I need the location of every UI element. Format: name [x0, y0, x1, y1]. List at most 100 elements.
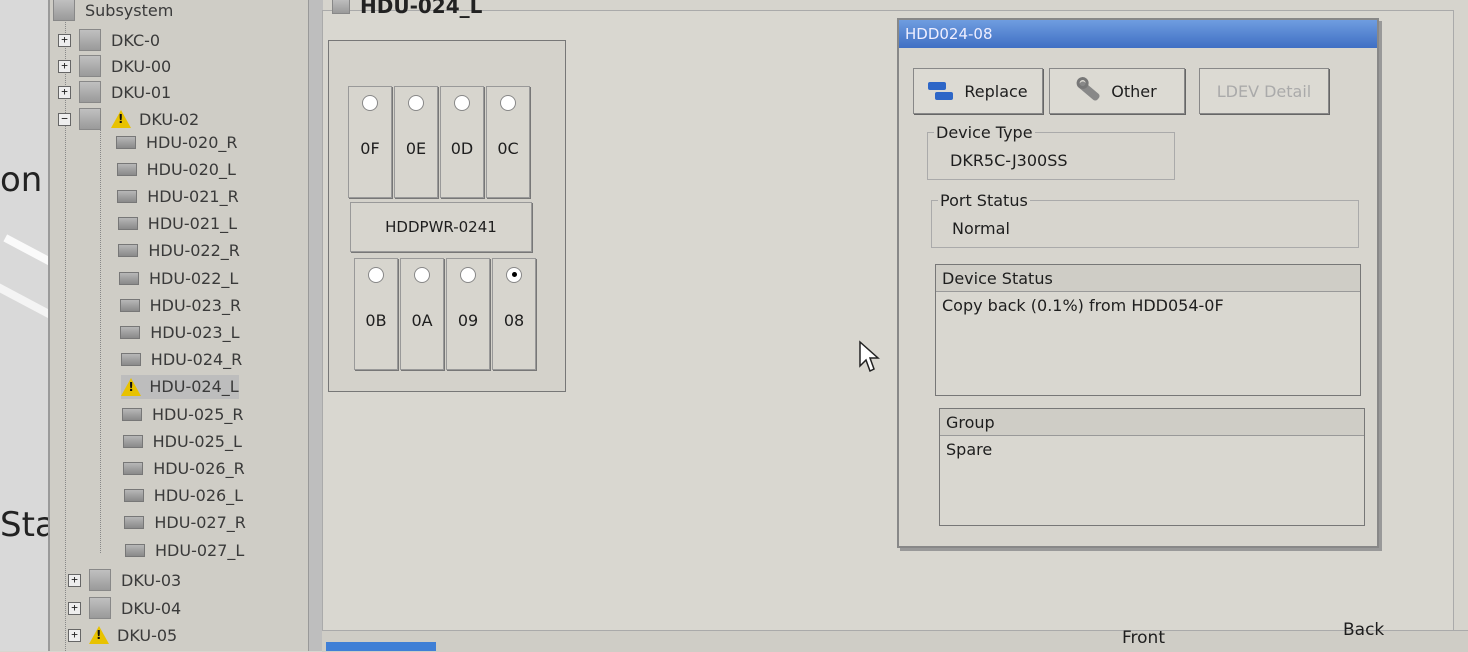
drive-slot[interactable]: 0D [440, 86, 484, 198]
port-status-value: Normal [952, 219, 1010, 238]
drive-slot[interactable]: 0E [394, 86, 438, 198]
drive-slot-label: 0A [411, 311, 433, 330]
tree-item-hdu[interactable]: HDU-026_R [123, 456, 245, 480]
status-led-icon [362, 95, 378, 111]
tree-item-hdu[interactable]: HDU-025_L [122, 429, 242, 453]
hdu-icon [117, 217, 138, 231]
status-led-icon [408, 95, 424, 111]
drive-slot[interactable]: 0B [354, 258, 398, 370]
device-status-value: Copy back (0.1%) from HDD054-0F [942, 296, 1224, 315]
tree-item-label: HDU-024_R [150, 350, 243, 370]
tree-item-hdu[interactable]: HDU-024_L [121, 374, 239, 399]
hdu-icon [332, 0, 350, 14]
tree-item-hdu[interactable]: HDU-021_L [117, 212, 237, 236]
collapse-icon[interactable]: − [58, 112, 71, 126]
device-type-value: DKR5C-J300SS [950, 151, 1068, 170]
drive-slot-label: 0E [405, 139, 427, 158]
tree-node-label: DKU-05 [117, 625, 178, 645]
subsystem-icon [53, 0, 75, 21]
splitter[interactable] [308, 0, 323, 651]
replace-button[interactable]: Replace [913, 68, 1043, 114]
drive-slot-label: 0F [360, 139, 380, 158]
other-button-label: Other [1111, 81, 1157, 101]
status-led-icon [414, 267, 430, 283]
expand-icon[interactable]: + [58, 85, 71, 99]
back-tab[interactable]: Back [1343, 620, 1384, 640]
tree-node-dku-05[interactable]: + DKU-05 [68, 623, 177, 647]
progress-accent [326, 642, 436, 651]
left-panel: on Sta [0, 0, 56, 651]
hdu-icon [122, 407, 142, 421]
tree-root-subsystem[interactable]: Subsystem [53, 0, 173, 22]
tree-item-label: HDU-021_R [147, 186, 239, 206]
ldev-detail-label: LDEV Detail [1216, 81, 1312, 101]
hdu-icon [125, 543, 145, 557]
tree-node-dku-03[interactable]: + DKU-03 [68, 568, 181, 592]
expand-icon[interactable]: + [58, 33, 71, 47]
hdu-icon [123, 489, 144, 503]
dku-icon [79, 108, 101, 130]
tree-item-hdu[interactable]: HDU-023_L [120, 320, 239, 344]
expand-icon[interactable]: + [58, 59, 71, 73]
tree-item-hdu[interactable]: HDU-023_R [119, 293, 241, 317]
drive-slot[interactable]: 0F [348, 86, 392, 198]
tree-item-hdu[interactable]: HDU-021_R [117, 184, 239, 208]
group-value: Spare [946, 440, 993, 459]
drive-slot[interactable]: 0A [400, 258, 444, 370]
dku-icon [79, 81, 101, 103]
expand-icon[interactable]: + [68, 628, 81, 642]
power-supply-button[interactable]: HDDPWR-0241 [350, 202, 532, 252]
tree-item-hdu[interactable]: HDU-027_L [125, 538, 244, 562]
device-type-group: Device Type DKR5C-J300SS [927, 123, 1175, 180]
drive-slot-label: 09 [457, 311, 479, 330]
dku-icon [89, 597, 111, 619]
tree-item-label: HDU-024_L [149, 377, 239, 397]
tree-item-hdu[interactable]: HDU-025_R [122, 402, 244, 426]
drive-slot-label: 0B [365, 311, 387, 330]
status-led-icon [506, 267, 522, 283]
device-type-label: Device Type [934, 123, 1035, 142]
status-led-icon [368, 267, 384, 283]
warning-icon [111, 110, 131, 128]
tree-node-dkc-0[interactable]: + DKC-0 [58, 28, 160, 52]
expand-icon[interactable]: + [68, 601, 81, 615]
other-button[interactable]: Other [1049, 68, 1185, 114]
ldev-detail-button[interactable]: LDEV Detail [1199, 68, 1329, 114]
tree-node-dku-02[interactable]: − DKU-02 [58, 107, 199, 131]
tree-item-hdu[interactable]: HDU-027_R [124, 511, 246, 535]
replace-icon [928, 80, 954, 102]
tree-item-hdu[interactable]: HDU-022_R [118, 239, 240, 263]
hdu-icon [117, 189, 138, 203]
drive-slot-label: 0C [497, 139, 519, 158]
tree-item-label: HDU-025_R [152, 404, 244, 424]
status-led-icon [460, 267, 476, 283]
drive-slot[interactable]: 08 [492, 258, 536, 370]
tree-node-label: DKU-02 [139, 109, 200, 129]
tree-item-hdu[interactable]: HDU-020_L [116, 157, 236, 181]
tree-item-hdu[interactable]: HDU-026_L [123, 484, 244, 508]
tree-item-label: HDU-026_L [153, 486, 244, 506]
tree-item-hdu[interactable]: HDU-024_R [120, 348, 243, 372]
tree-item-label: HDU-022_R [148, 241, 240, 261]
tree-node-dku-00[interactable]: + DKU-00 [58, 54, 171, 78]
tree-item-hdu[interactable]: HDU-020_R [116, 130, 238, 154]
group-list[interactable]: Group Spare [939, 408, 1365, 526]
dialog-title[interactable]: HDD024-08 [899, 20, 1377, 48]
warning-icon [121, 377, 142, 396]
tree-node-label: DKC-0 [111, 30, 161, 50]
device-status-header: Device Status [936, 265, 1360, 292]
breadcrumb-label: HDU-024_L [360, 0, 483, 18]
tree-item-label: HDU-027_R [154, 513, 246, 533]
dkc-icon [79, 29, 101, 51]
tree-node-label: DKU-03 [121, 570, 182, 590]
tree-node-label: DKU-00 [111, 56, 172, 76]
front-tab[interactable]: Front [1122, 628, 1165, 648]
tree-item-hdu[interactable]: HDU-022_L [119, 266, 238, 290]
tree-node-dku-01[interactable]: + DKU-01 [58, 80, 171, 104]
device-status-list[interactable]: Device Status Copy back (0.1%) from HDD0… [935, 264, 1361, 396]
hdu-icon [119, 298, 140, 312]
expand-icon[interactable]: + [68, 573, 81, 587]
drive-slot[interactable]: 09 [446, 258, 490, 370]
tree-node-dku-04[interactable]: + DKU-04 [68, 596, 181, 620]
drive-slot[interactable]: 0C [486, 86, 530, 198]
